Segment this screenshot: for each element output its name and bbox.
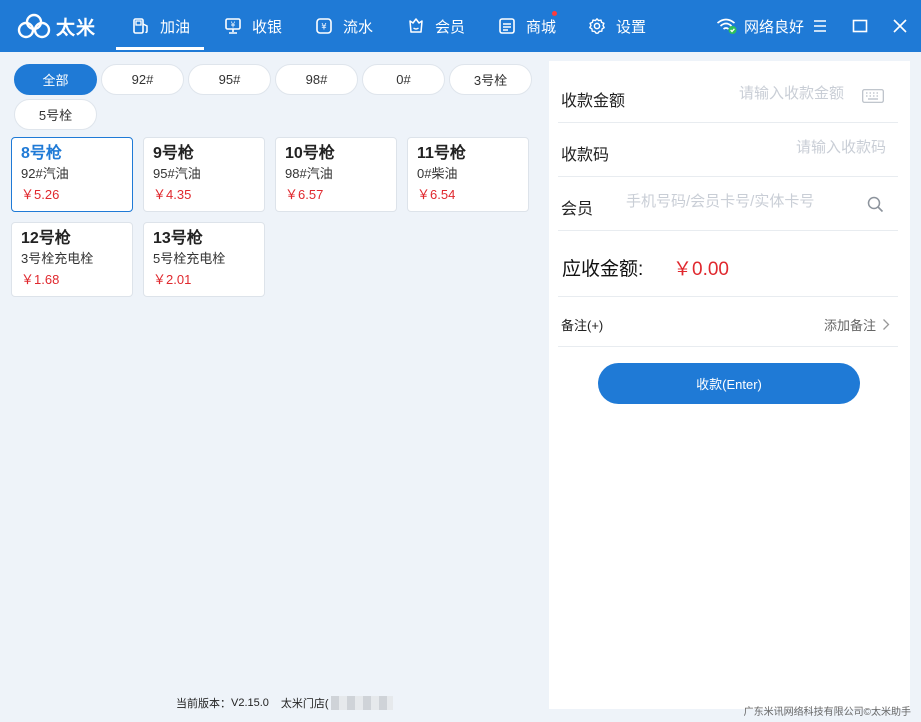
fuel-pump-icon — [133, 18, 148, 34]
member-label: 会员 — [561, 201, 594, 218]
notification-dot — [552, 11, 557, 16]
nozzle-fuel: 95#汽油 — [153, 166, 201, 181]
svg-text:¥: ¥ — [321, 23, 327, 33]
nozzle-card-10[interactable]: 10号枪 98#汽油 ￥6.57 — [275, 137, 397, 212]
payment-code-label: 收款码 — [561, 147, 610, 164]
search-icon[interactable] — [867, 196, 884, 213]
version-label: 当前版本： — [176, 698, 231, 710]
mall-icon — [499, 18, 515, 34]
member-input[interactable] — [626, 193, 846, 210]
member-row: 会员 — [558, 177, 898, 231]
payment-code-row: 收款码 — [558, 123, 898, 177]
maximize-icon[interactable] — [851, 17, 869, 35]
remark-toggle[interactable]: 备注(+) — [561, 315, 603, 334]
filter-hydrant-3[interactable]: 3号栓 — [449, 64, 532, 95]
nozzle-name: 10号枪 — [285, 145, 335, 162]
filter-hydrant-5[interactable]: 5号栓 — [14, 99, 97, 130]
amount-input[interactable] — [678, 85, 844, 102]
filter-0[interactable]: 0# — [362, 64, 445, 95]
nozzle-card-13[interactable]: 13号枪 5号栓充电栓 ￥2.01 — [143, 222, 265, 297]
nozzle-fuel: 5号栓充电栓 — [153, 251, 226, 266]
collect-payment-button[interactable]: 收款(Enter) — [598, 363, 860, 404]
amount-due-label: 应收金额: — [562, 259, 644, 280]
nozzle-name: 12号枪 — [21, 230, 71, 247]
nozzle-fuel: 0#柴油 — [417, 166, 458, 181]
network-status: 网络良好 — [716, 0, 804, 52]
nozzle-name: 9号枪 — [153, 145, 194, 162]
nozzle-price: ￥5.26 — [21, 187, 60, 202]
payment-code-input[interactable] — [678, 139, 886, 156]
nav-fuel[interactable]: 加油 — [115, 0, 205, 52]
nav-settings-label: 设置 — [616, 18, 647, 36]
version-number: V2.15.0 — [231, 697, 269, 709]
nav-cashier-label: 收银 — [252, 18, 283, 36]
amount-label: 收款金额 — [561, 93, 626, 110]
nav-member[interactable]: 会员 — [407, 0, 465, 52]
filter-all[interactable]: 全部 — [14, 64, 97, 95]
nav-transactions-label: 流水 — [343, 18, 374, 36]
nav-fuel-label: 加油 — [160, 18, 191, 36]
cloud-logo-icon — [17, 13, 51, 39]
amount-row: 收款金额 — [558, 69, 898, 123]
cashier-icon: ¥ — [225, 18, 241, 34]
svg-text:¥: ¥ — [231, 21, 236, 30]
wifi-connected-icon — [716, 18, 737, 34]
add-remark-label: 添加备注 — [824, 318, 877, 333]
nav-mall[interactable]: 商城 — [498, 0, 557, 52]
payment-panel: 收款金额 收款码 会员 应收金额: ￥0.00 备注(+) 添加备注 收款(En… — [549, 61, 910, 709]
filter-98[interactable]: 98# — [275, 64, 358, 95]
nav-cashier[interactable]: ¥ 收银 — [224, 0, 282, 52]
nozzle-price: ￥6.57 — [285, 187, 324, 202]
nozzle-fuel: 98#汽油 — [285, 166, 333, 181]
nav-settings[interactable]: 设置 — [588, 0, 646, 52]
settings-icon — [589, 18, 605, 34]
nozzle-card-12[interactable]: 12号枪 3号栓充电栓 ￥1.68 — [11, 222, 133, 297]
transactions-icon: ¥ — [316, 18, 332, 34]
logo: 太米 — [16, 12, 96, 40]
nozzle-price: ￥1.68 — [21, 272, 60, 287]
member-icon — [409, 18, 423, 33]
nozzle-card-8[interactable]: 8号枪 92#汽油 ￥5.26 — [11, 137, 133, 212]
nozzle-card-9[interactable]: 9号枪 95#汽油 ￥4.35 — [143, 137, 265, 212]
store-name: 太米门店( — [280, 698, 329, 710]
nav-mall-label: 商城 — [526, 18, 557, 36]
network-label: 网络良好 — [744, 18, 805, 36]
filter-95[interactable]: 95# — [188, 64, 271, 95]
nozzle-fuel: 92#汽油 — [21, 166, 69, 181]
nav-member-label: 会员 — [435, 18, 466, 36]
nozzle-card-11[interactable]: 11号枪 0#柴油 ￥6.54 — [407, 137, 529, 212]
copyright: 广东米讯网络科技有限公司©太米助手 — [743, 707, 911, 718]
keyboard-icon[interactable] — [862, 89, 884, 103]
amount-due-value: ￥0.00 — [673, 259, 729, 280]
nozzle-price: ￥4.35 — [153, 187, 192, 202]
nozzle-name: 11号枪 — [417, 145, 466, 162]
redacted-store-id — [330, 696, 393, 710]
close-icon[interactable] — [891, 17, 909, 35]
nozzle-name: 13号枪 — [153, 230, 203, 247]
chevron-right-icon — [883, 319, 890, 330]
menu-icon[interactable] — [811, 17, 829, 35]
top-nav-bar: 太米 加油 ¥ 收银 ¥ 流水 会员 商城 设置 网络良好 — [0, 0, 921, 52]
nozzle-name: 8号枪 — [21, 145, 62, 162]
version-info: 当前版本： V2.15.0 太米门店( — [176, 695, 393, 711]
nozzle-fuel: 3号栓充电栓 — [21, 251, 94, 266]
logo-text: 太米 — [56, 17, 97, 39]
nozzle-price: ￥6.54 — [417, 187, 456, 202]
add-remark-link[interactable]: 添加备注 — [824, 315, 890, 334]
nozzle-price: ￥2.01 — [153, 272, 192, 287]
nav-transactions[interactable]: ¥ 流水 — [315, 0, 373, 52]
filter-92[interactable]: 92# — [101, 64, 184, 95]
